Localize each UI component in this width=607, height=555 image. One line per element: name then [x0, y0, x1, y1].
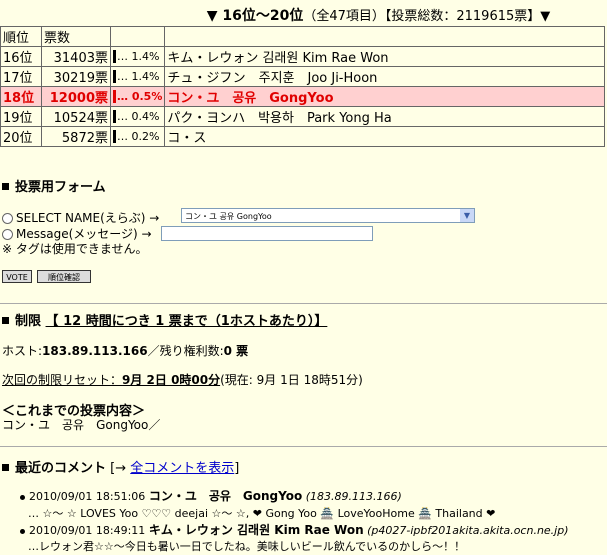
vote-bar [113, 70, 116, 84]
ranking-header: ▼ 16位～20位（全47項目）【投票総数：2119615票】▼ [150, 5, 607, 25]
name-select-value: コン・ユ 공유 GongYoo [185, 212, 272, 221]
name-cell: コン・ユ 공유 GongYoo [164, 86, 605, 107]
ranking-summary: （全47項目）【投票総数：2119615票】▼ [303, 9, 551, 24]
votes-cell: 31403票 [41, 46, 111, 67]
message-input[interactable] [161, 226, 373, 241]
bullet-icon [20, 494, 25, 500]
header-votes: 票数 [41, 26, 111, 47]
comment-time: 2010/09/01 18:51:06 [29, 490, 146, 503]
header-pct [109, 26, 166, 47]
rank-check-button[interactable]: 順位確認 [37, 270, 91, 283]
name-cell: コ・ス [164, 126, 605, 147]
host-value: 183.89.113.166 [42, 344, 148, 358]
comment-text: …レウォン君☆☆〜今日も暑い一日でしたね。美味しいビール飲んでいるのかしら〜！！ [28, 540, 466, 553]
comments-link-prefix: [→ [110, 461, 127, 476]
message-label: Message(メッセージ) → [16, 227, 152, 241]
rank-cell: 20位 [0, 126, 42, 147]
divider [0, 303, 607, 304]
message-radio[interactable] [2, 229, 13, 240]
votes-cell: 5872票 [41, 126, 111, 147]
pct-value: … 1.4% [117, 49, 160, 63]
tag-note: ※ タグは使用できません。 [2, 242, 148, 256]
bullet-icon [20, 528, 25, 534]
rank-cell: 18位 [0, 86, 42, 107]
comment-text: … ☆〜 ☆ LOVES Yoo ♡♡♡ deejai ☆〜 ☆, ❤ Gong… [28, 507, 496, 520]
history-value: コン・ユ 공유 GongYoo／ [2, 418, 161, 432]
votes-cell: 12000票 [41, 86, 111, 107]
header-name [164, 26, 605, 47]
vote-bar [113, 130, 116, 144]
all-comments-link[interactable]: 全コメントを表示 [130, 461, 234, 476]
pct-value: … 0.2% [117, 129, 160, 143]
table-row: 19位 10524票 … 0.4% パク・ヨンハ 박용하 Park Yong H… [0, 106, 605, 127]
pct-value: … 1.4% [117, 69, 160, 83]
comment-host: (p4027-ipbf201akita.akita.ocn.ne.jp) [367, 524, 569, 537]
rank-cell: 16位 [0, 46, 42, 67]
comment-item: 2010/09/01 18:49:11 キム・レウォン 김래원 Kim Rae … [20, 521, 569, 538]
section-square-icon [2, 183, 9, 190]
form-section-title: 投票用フォーム [2, 176, 106, 195]
divider [0, 446, 607, 447]
table-header-row: 順位 票数 [0, 26, 605, 47]
comment-host: (183.89.113.166) [305, 490, 402, 503]
votes-cell: 10524票 [41, 106, 111, 127]
limit-section-title: 制限 【 12 時間につき 1 票まで（1ホストあたり）】 [2, 310, 327, 329]
ranking-table: 順位 票数 16位 31403票 … 1.4% キム・レウォン 김래원 Kim … [0, 26, 605, 147]
remaining-label: ／残り権利数: [147, 344, 224, 358]
ranking-range: ▼ 16位～20位 [206, 8, 304, 24]
limit-rule: 【 12 時間につき 1 票まで（1ホストあたり）】 [45, 314, 328, 329]
name-cell: チュ・ジフン 주지훈 Joo Ji-Hoon [164, 66, 605, 87]
comments-section-title: 最近のコメント [→ 全コメントを表示] [2, 457, 239, 476]
comment-name: コン・ユ 공유 GongYoo [148, 489, 303, 503]
comment-time: 2010/09/01 18:49:11 [29, 524, 146, 537]
name-select[interactable]: コン・ユ 공유 GongYoo ▼ [181, 208, 475, 223]
pct-cell: … 0.5% [109, 86, 166, 107]
select-name-label: SELECT NAME(えらぶ) → [16, 211, 160, 225]
reset-value: 9月 2日 0時00分 [122, 373, 221, 387]
host-line: ホスト:183.89.113.166／残り権利数:0 票 [2, 342, 248, 359]
limit-title-text: 制限 [15, 314, 42, 329]
name-cell: パク・ヨンハ 박용하 Park Yong Ha [164, 106, 605, 127]
table-row: 16位 31403票 … 1.4% キム・レウォン 김래원 Kim Rae Wo… [0, 46, 605, 67]
pct-cell: … 0.2% [109, 126, 166, 147]
vote-bar [113, 90, 116, 104]
pct-cell: … 1.4% [109, 66, 166, 87]
pct-value: … 0.5% [117, 89, 163, 103]
pct-cell: … 1.4% [109, 46, 166, 67]
select-name-row: SELECT NAME(えらぶ) → [2, 209, 159, 226]
current-time: (現在: 9月 1日 18時51分) [220, 373, 363, 387]
table-row: 17位 30219票 … 1.4% チュ・ジフン 주지훈 Joo Ji-Hoon [0, 66, 605, 87]
chevron-down-icon[interactable]: ▼ [460, 209, 474, 222]
form-title-text: 投票用フォーム [15, 180, 106, 195]
rank-cell: 17位 [0, 66, 42, 87]
rank-cell: 19位 [0, 106, 42, 127]
table-row-highlighted: 18位 12000票 … 0.5% コン・ユ 공유 GongYoo [0, 86, 605, 107]
vote-button[interactable]: VOTE [2, 270, 32, 283]
vote-bar [113, 50, 116, 64]
comment-item: 2010/09/01 18:51:06 コン・ユ 공유 GongYoo (183… [20, 487, 402, 504]
vote-bar [113, 110, 116, 124]
host-label: ホスト: [2, 344, 43, 358]
name-cell: キム・レウォン 김래원 Kim Rae Won [164, 46, 605, 67]
remaining-value: 0 票 [223, 344, 249, 358]
select-name-radio[interactable] [2, 213, 13, 224]
pct-value: … 0.4% [117, 109, 160, 123]
section-square-icon [2, 464, 9, 471]
reset-label: 次回の制限リセット： [2, 373, 123, 387]
comments-link-suffix: ] [234, 461, 240, 476]
votes-cell: 30219票 [41, 66, 111, 87]
reset-line: 次回の制限リセット：9月 2日 0時00分(現在: 9月 1日 18時51分) [2, 371, 363, 388]
pct-cell: … 0.4% [109, 106, 166, 127]
comment-name: キム・レウォン 김래원 Kim Rae Won [148, 523, 364, 537]
table-row: 20位 5872票 … 0.2% コ・ス [0, 126, 605, 147]
comments-title-text: 最近のコメント [15, 461, 107, 476]
section-square-icon [2, 317, 9, 324]
header-rank: 順位 [0, 26, 42, 47]
